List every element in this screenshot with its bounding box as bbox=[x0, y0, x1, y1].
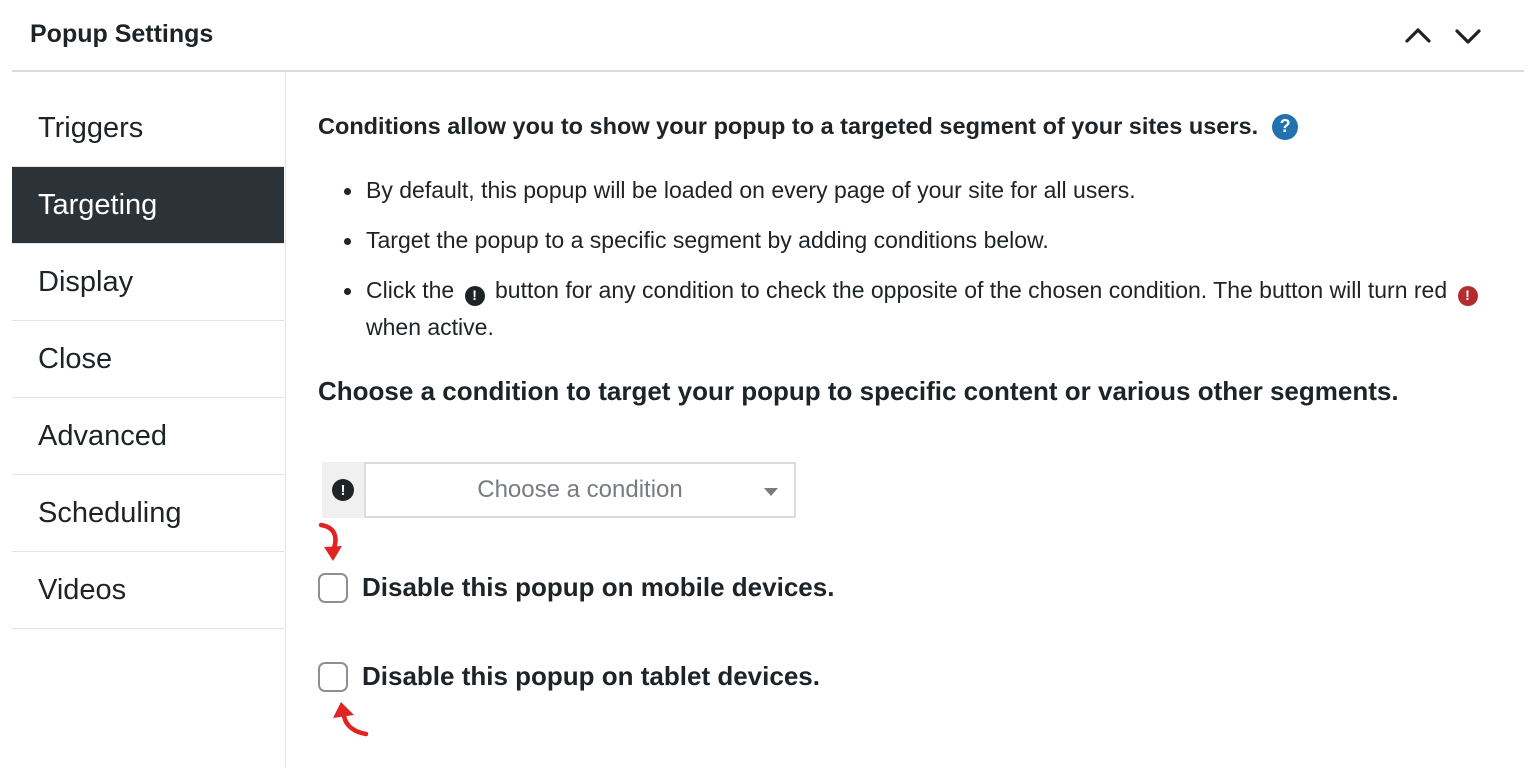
choose-condition-heading: Choose a condition to target your popup … bbox=[318, 376, 1399, 406]
red-arrow-up-icon bbox=[330, 700, 370, 738]
help-icon[interactable]: ? bbox=[1272, 113, 1299, 140]
intro-text: Conditions allow you to show your popup … bbox=[318, 113, 1259, 139]
disable-tablet-row: Disable this popup on tablet devices. bbox=[318, 661, 820, 692]
exclamation-red-icon: ! bbox=[1457, 285, 1478, 306]
tab-targeting[interactable]: Targeting bbox=[12, 167, 284, 244]
exclamation-icon: ! bbox=[332, 479, 354, 501]
condition-select-placeholder: Choose a condition bbox=[477, 476, 683, 503]
disable-tablet-checkbox[interactable] bbox=[318, 661, 348, 692]
info-bullet-list: By default, this popup will be loaded on… bbox=[338, 172, 1528, 359]
bullet-text-c: when active. bbox=[366, 314, 494, 340]
list-item: Target the popup to a specific segment b… bbox=[338, 222, 1528, 259]
caret-down-icon bbox=[764, 488, 778, 496]
disable-mobile-row: Disable this popup on mobile devices. bbox=[318, 572, 834, 603]
condition-select[interactable]: Choose a condition bbox=[364, 462, 796, 518]
intro-text-row: Conditions allow you to show your popup … bbox=[318, 113, 1299, 140]
panel-title: Popup Settings bbox=[30, 20, 214, 48]
tab-close[interactable]: Close bbox=[12, 321, 284, 398]
disable-tablet-label[interactable]: Disable this popup on tablet devices. bbox=[362, 661, 820, 692]
bullet-text: Target the popup to a specific segment b… bbox=[366, 227, 1049, 253]
list-item: Click the ! button for any condition to … bbox=[338, 272, 1528, 346]
condition-row: ! Choose a condition bbox=[322, 462, 796, 518]
bullet-text-a: Click the bbox=[366, 277, 455, 303]
not-operand-toggle[interactable]: ! bbox=[322, 462, 364, 518]
bullet-text: By default, this popup will be loaded on… bbox=[366, 177, 1136, 203]
disable-mobile-checkbox[interactable] bbox=[318, 572, 348, 603]
bullet-text-b: button for any condition to check the op… bbox=[494, 277, 1448, 303]
exclamation-icon: ! bbox=[464, 285, 485, 306]
vertical-divider bbox=[285, 72, 286, 768]
popup-settings-panel: Popup Settings Triggers Targeting Displa… bbox=[0, 0, 1536, 768]
list-item: By default, this popup will be loaded on… bbox=[338, 172, 1528, 209]
targeting-content: Conditions allow you to show your popup … bbox=[318, 0, 1528, 768]
tab-triggers[interactable]: Triggers bbox=[12, 90, 284, 167]
tab-videos[interactable]: Videos bbox=[12, 552, 284, 629]
tab-advanced[interactable]: Advanced bbox=[12, 398, 284, 475]
disable-mobile-label[interactable]: Disable this popup on mobile devices. bbox=[362, 572, 834, 603]
tab-scheduling[interactable]: Scheduling bbox=[12, 475, 284, 552]
red-arrow-down-icon bbox=[318, 522, 346, 564]
tab-display[interactable]: Display bbox=[12, 244, 284, 321]
settings-tab-list: Triggers Targeting Display Close Advance… bbox=[12, 90, 284, 629]
